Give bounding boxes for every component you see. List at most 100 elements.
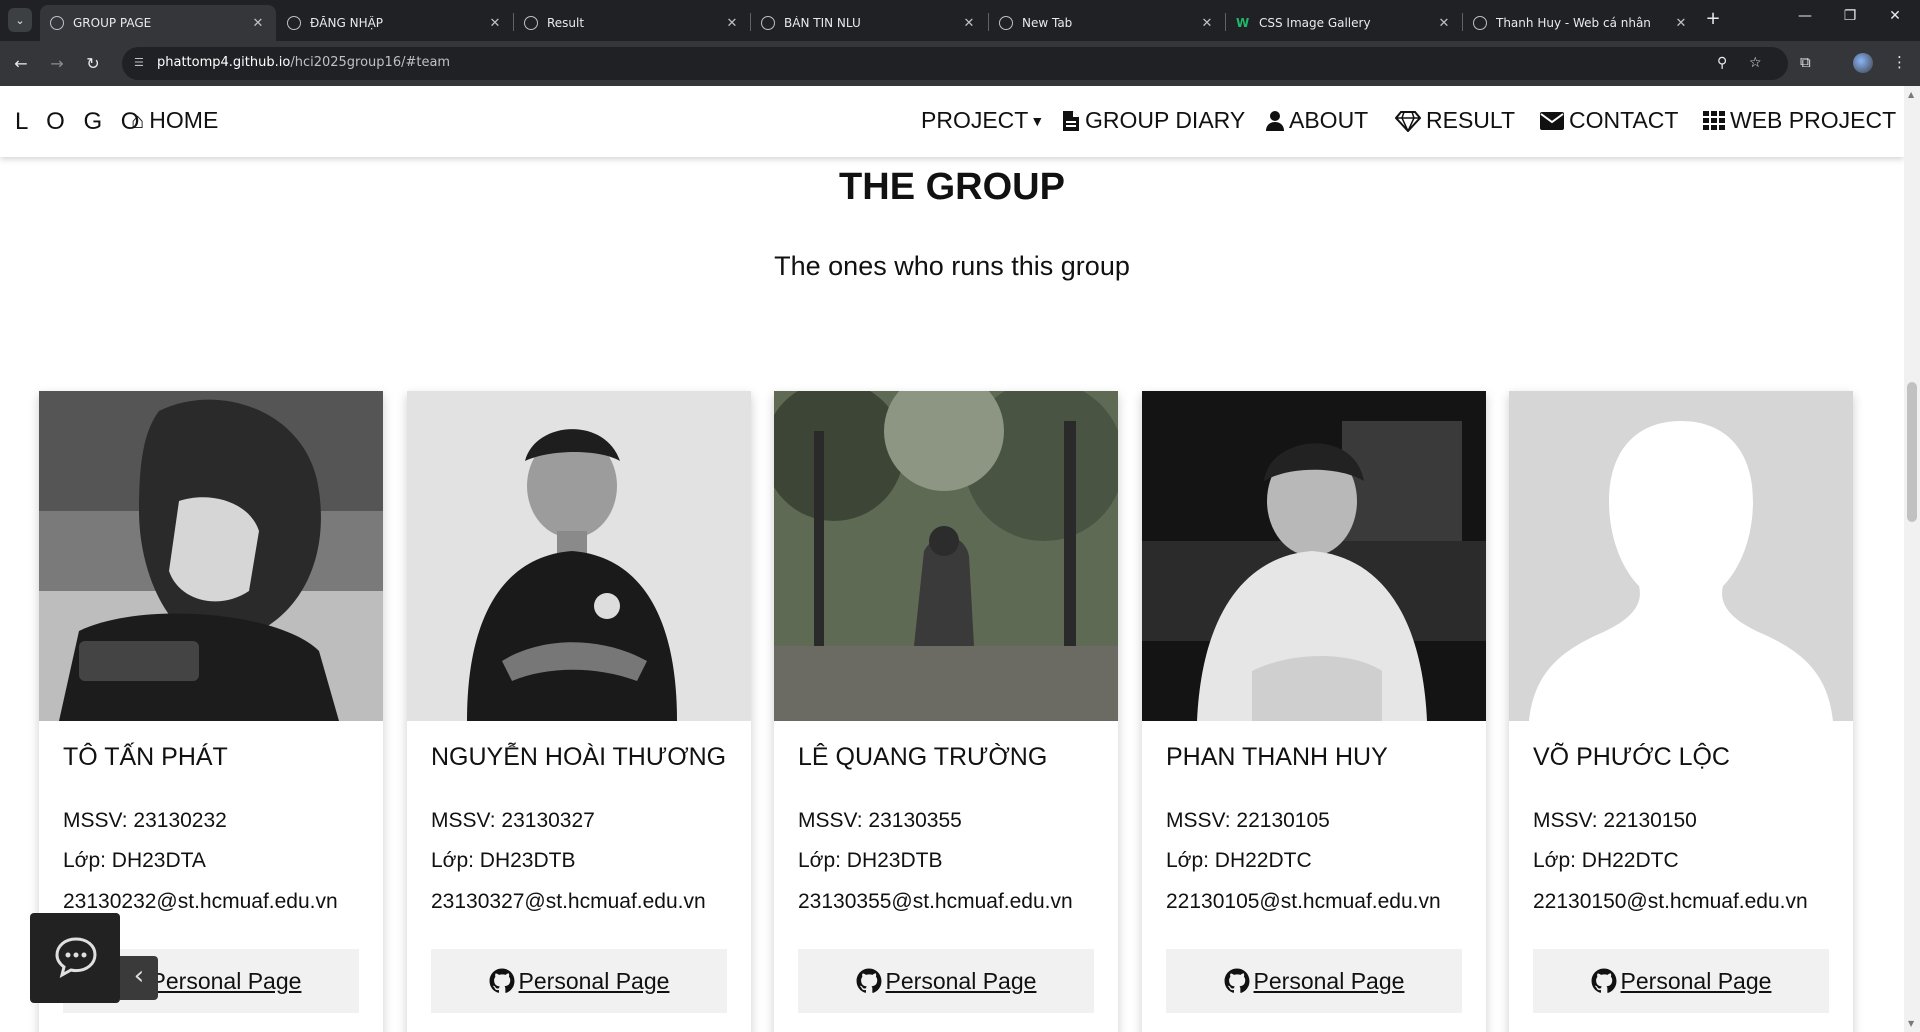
menu-kebab-icon[interactable]: ⋮ [1892, 53, 1907, 71]
nav-group-diary[interactable]: GROUP DIARY [1062, 107, 1245, 134]
avatar-placeholder-icon [1509, 391, 1853, 721]
member-class: Lớp: DH23DTB [431, 849, 576, 872]
member-name: TÔ TẤN PHÁT [63, 743, 228, 771]
close-tab-icon[interactable]: ✕ [487, 16, 503, 31]
nav-project[interactable]: PROJECT ▼ [921, 107, 1044, 134]
envelope-icon [1540, 111, 1564, 130]
tab-title: Thanh Huy - Web cá nhân [1496, 16, 1651, 30]
browser-tab-strip: ⌄ GROUP PAGE ✕ ĐĂNG NHẬP ✕ Result ✕ BẢN … [0, 0, 1920, 41]
browser-toolbar: ← → ↻ ☰ phattomp4.github.io/hci2025group… [0, 41, 1920, 86]
personal-page-label: Personal Page [885, 967, 1037, 994]
restore-button[interactable]: ❐ [1830, 8, 1870, 24]
tab-css-image-gallery[interactable]: W CSS Image Gallery ✕ [1226, 5, 1462, 41]
site-logo[interactable]: L O G O [15, 108, 145, 136]
site-info-icon[interactable]: ☰ [134, 56, 148, 70]
site-navbar: L O G O ⌂ HOME PROJECT ▼ GROUP DIARY ABO… [0, 86, 1904, 157]
nav-contact-label: CONTACT [1569, 107, 1679, 133]
member-card: PHAN THANH HUY MSSV: 22130105 Lớp: DH22D… [1142, 391, 1486, 1032]
tab-search-button[interactable]: ⌄ [8, 8, 32, 32]
globe-icon [1473, 16, 1487, 30]
chat-bubble-icon [55, 937, 97, 978]
member-email: 22130150@st.hcmuaf.edu.vn [1533, 890, 1808, 913]
nav-about[interactable]: ABOUT [1266, 107, 1368, 134]
file-icon [1063, 110, 1079, 131]
address-bar[interactable]: ☰ phattomp4.github.io/hci2025group16/#te… [122, 47, 1788, 80]
nav-group-diary-label: GROUP DIARY [1085, 107, 1246, 133]
tab-title: BẢN TIN NLU [784, 16, 861, 30]
tab-title: ĐĂNG NHẬP [310, 16, 384, 30]
personal-page-button[interactable]: Personal Page [1166, 949, 1462, 1013]
chat-widget-button[interactable] [30, 913, 120, 1003]
scrollbar-thumb[interactable] [1907, 382, 1917, 522]
nav-web-project-label: WEB PROJECT [1730, 107, 1897, 133]
chat-collapse-toggle[interactable]: ‹ [120, 956, 158, 1000]
member-mssv: MSSV: 22130105 [1166, 809, 1330, 832]
page-scrollbar[interactable]: ▲ ▼ [1904, 86, 1920, 1032]
close-tab-icon[interactable]: ✕ [250, 16, 266, 31]
personal-page-button[interactable]: Personal Page [431, 949, 727, 1013]
member-email: 23130327@st.hcmuaf.edu.vn [431, 890, 706, 913]
url-path: /hci2025group16/#team [290, 55, 451, 70]
close-tab-icon[interactable]: ✕ [1199, 16, 1215, 31]
member-class: Lớp: DH22DTC [1533, 849, 1679, 872]
section-title: THE GROUP [839, 166, 1065, 208]
close-tab-icon[interactable]: ✕ [1436, 16, 1452, 31]
nav-contact[interactable]: CONTACT [1540, 107, 1678, 134]
extensions-icon[interactable]: ⧉ [1800, 53, 1811, 71]
member-email: 22130105@st.hcmuaf.edu.vn [1166, 890, 1441, 913]
section-subtitle: The ones who runs this group [774, 251, 1130, 281]
page-viewport: L O G O ⌂ HOME PROJECT ▼ GROUP DIARY ABO… [0, 86, 1904, 1032]
member-name: PHAN THANH HUY [1166, 743, 1388, 771]
caret-down-icon: ▼ [1030, 112, 1045, 129]
scroll-up-arrow-icon[interactable]: ▲ [1908, 90, 1914, 99]
chrome-icon [999, 16, 1013, 30]
github-icon [856, 968, 882, 993]
member-card: LÊ QUANG TRƯỜNG MSSV: 23130355 Lớp: DH23… [774, 391, 1118, 1032]
nav-home-label: HOME [149, 107, 219, 133]
minimize-button[interactable]: — [1785, 8, 1825, 24]
tab-dang-nhap[interactable]: ĐĂNG NHẬP ✕ [277, 5, 513, 41]
personal-page-button[interactable]: Personal Page [798, 949, 1094, 1013]
tab-result[interactable]: Result ✕ [514, 5, 750, 41]
personal-page-label: Personal Page [518, 967, 670, 994]
personal-page-label: Personal Page [1253, 967, 1405, 994]
user-icon [1266, 110, 1284, 131]
close-tab-icon[interactable]: ✕ [1673, 16, 1689, 31]
bookmark-star-icon[interactable]: ☆ [1749, 55, 1762, 71]
member-class: Lớp: DH23DTB [798, 849, 943, 872]
close-tab-icon[interactable]: ✕ [961, 16, 977, 31]
forward-button[interactable]: → [44, 51, 70, 77]
nav-web-project[interactable]: WEB PROJECT [1703, 107, 1896, 134]
member-mssv: MSSV: 22130150 [1533, 809, 1697, 832]
close-tab-icon[interactable]: ✕ [724, 16, 740, 31]
member-class: Lớp: DH23DTA [63, 849, 206, 872]
github-icon [1591, 968, 1617, 993]
globe-icon [761, 16, 775, 30]
zoom-icon[interactable]: ⚲ [1717, 55, 1727, 71]
tab-title: CSS Image Gallery [1259, 16, 1371, 30]
globe-icon [287, 16, 301, 30]
personal-page-button[interactable]: Personal Page [1533, 949, 1829, 1013]
member-card: VÕ PHƯỚC LỘC MSSV: 22130150 Lớp: DH22DTC… [1509, 391, 1853, 1032]
tab-title: New Tab [1022, 16, 1073, 30]
back-button[interactable]: ← [8, 51, 34, 77]
profile-avatar[interactable] [1853, 53, 1873, 73]
member-mssv: MSSV: 23130355 [798, 809, 962, 832]
url-text[interactable]: phattomp4.github.io/hci2025group16/#team [157, 55, 450, 70]
tab-thanh-huy[interactable]: Thanh Huy - Web cá nhân ✕ [1463, 5, 1699, 41]
new-tab-button[interactable]: + [1700, 8, 1726, 29]
tab-title: GROUP PAGE [73, 16, 152, 30]
reload-button[interactable]: ↻ [80, 51, 106, 77]
tab-new-tab[interactable]: New Tab ✕ [989, 5, 1225, 41]
nav-project-label: PROJECT [921, 107, 1029, 133]
tab-group-page[interactable]: GROUP PAGE ✕ [40, 5, 276, 41]
nav-home[interactable]: ⌂ HOME [131, 107, 218, 134]
tab-ban-tin-nlu[interactable]: BẢN TIN NLU ✕ [751, 5, 987, 41]
nav-result-label: RESULT [1426, 107, 1516, 133]
member-photo [774, 391, 1118, 721]
nav-result[interactable]: RESULT [1395, 107, 1515, 134]
member-email: 23130232@st.hcmuaf.edu.vn [63, 890, 338, 913]
scroll-down-arrow-icon[interactable]: ▼ [1908, 1019, 1914, 1028]
close-window-button[interactable]: ✕ [1875, 8, 1915, 24]
member-photo [1509, 391, 1853, 721]
